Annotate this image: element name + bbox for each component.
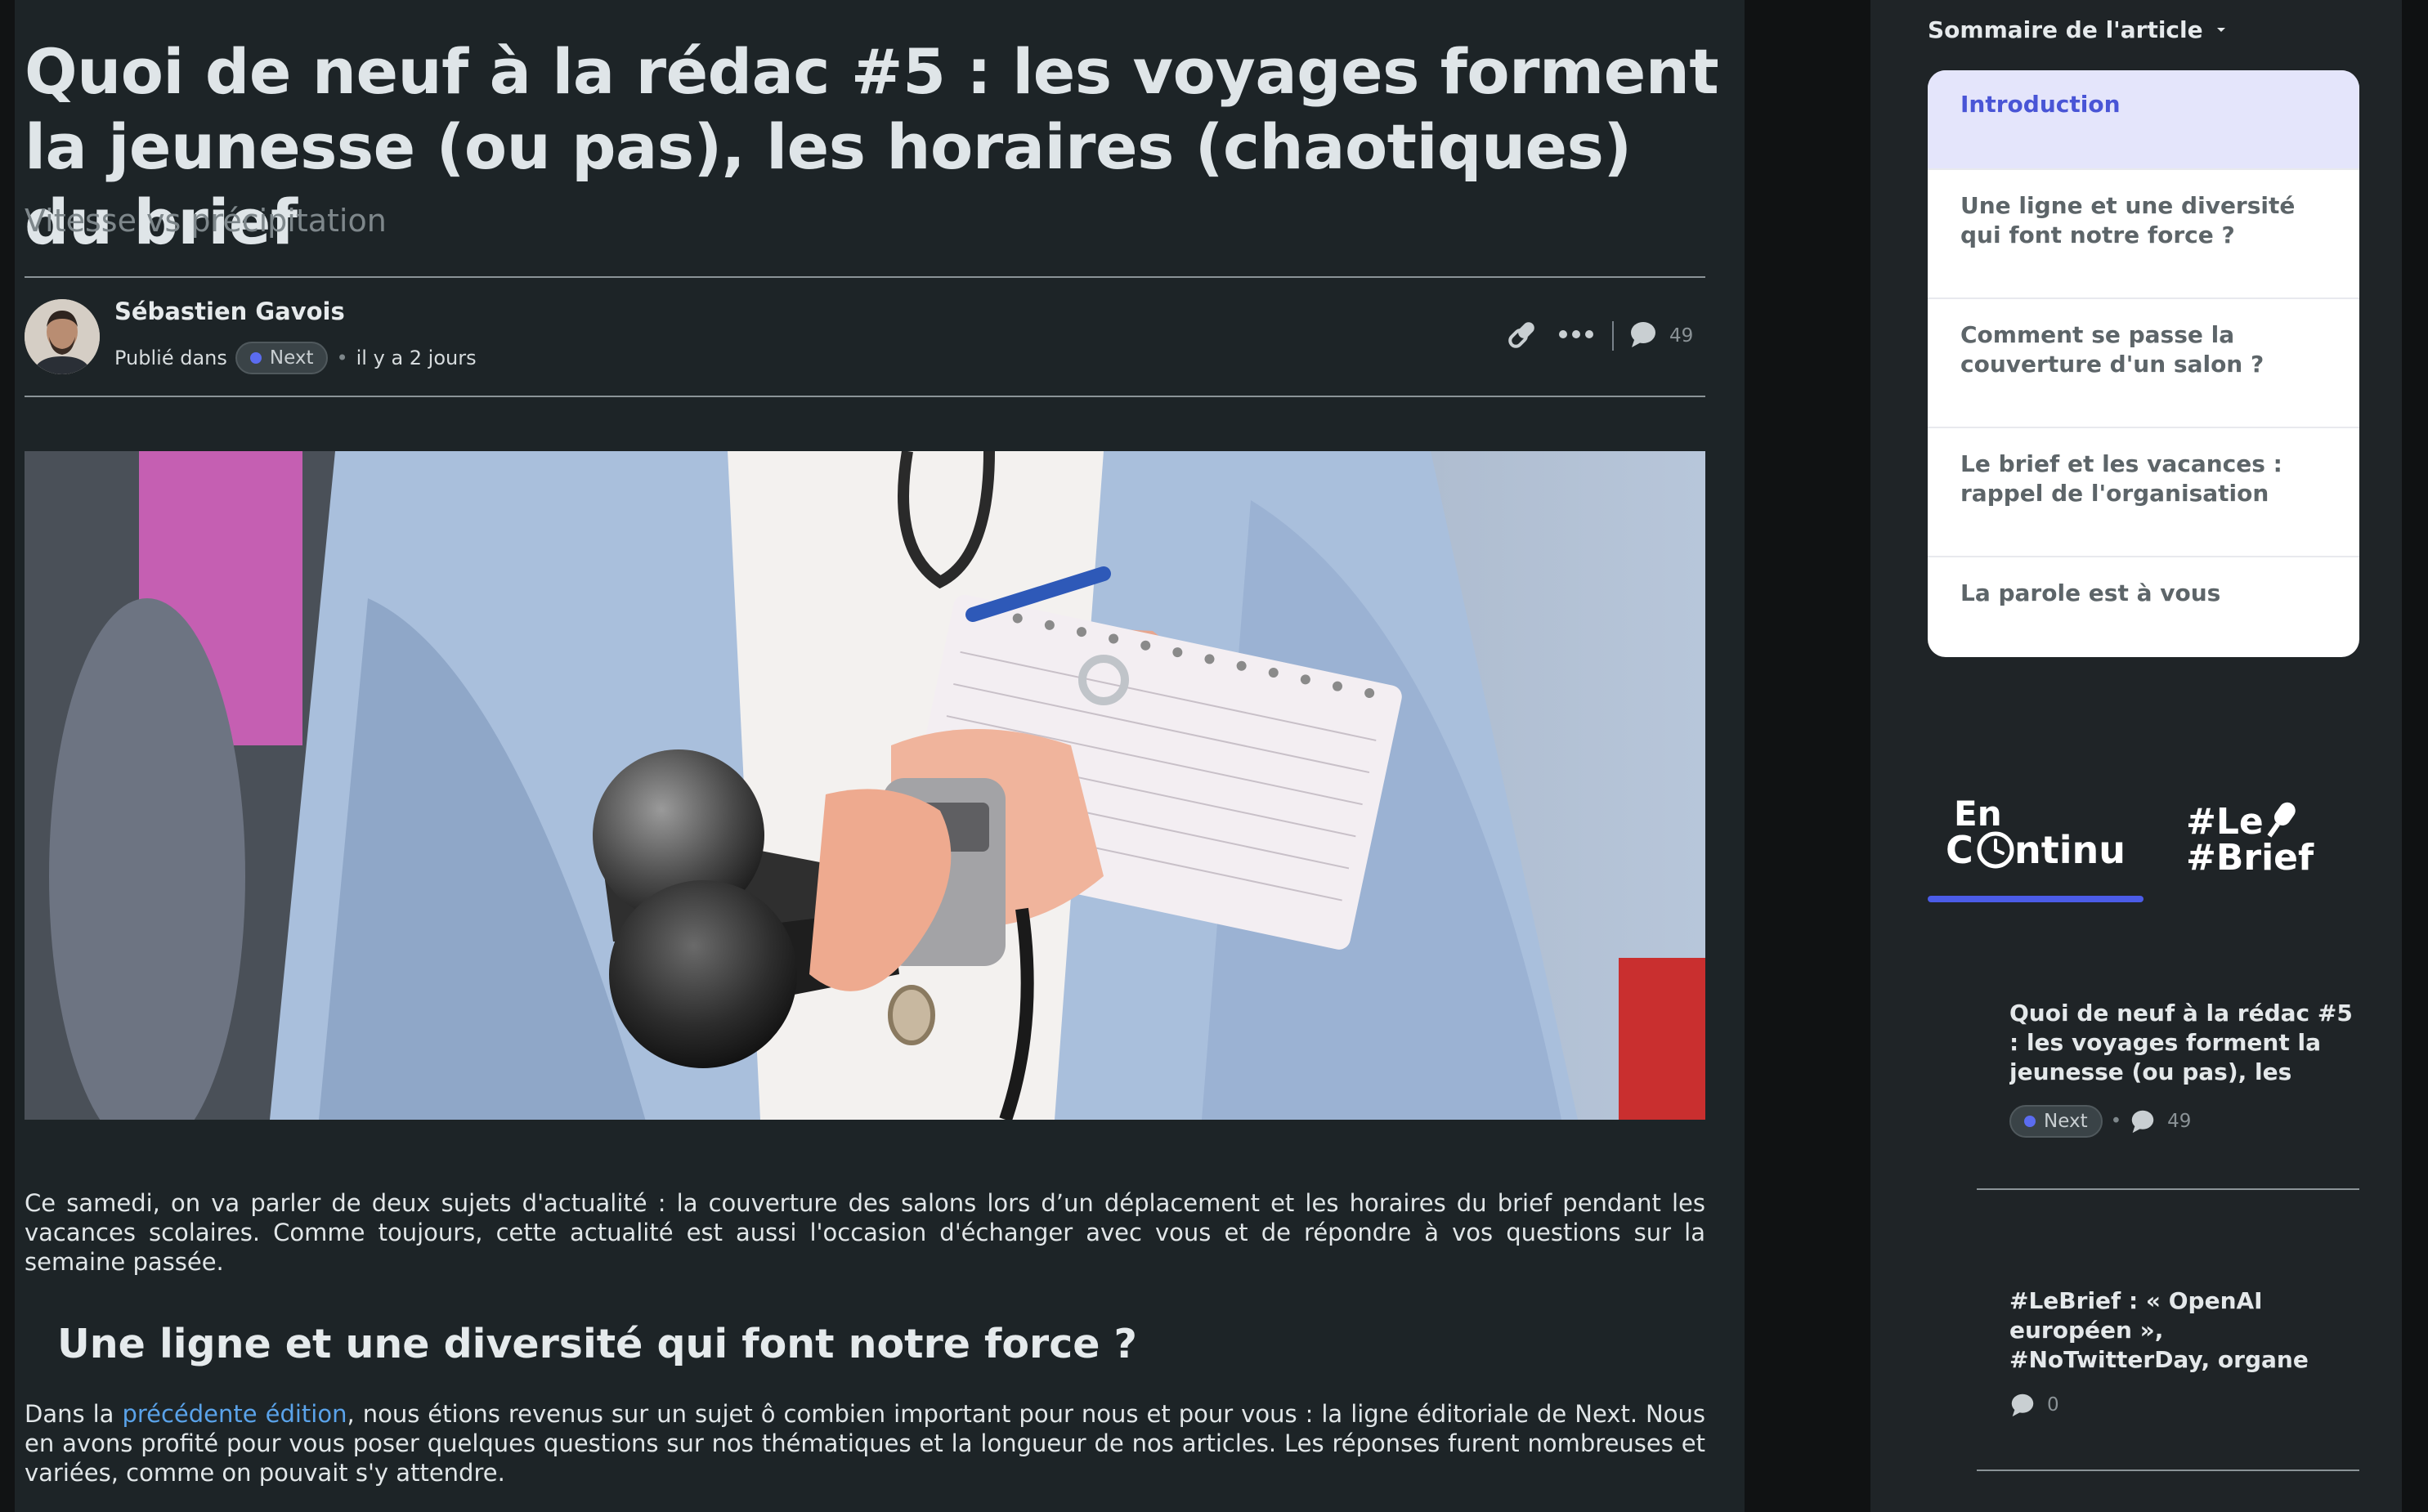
feed-comment-count[interactable]: 49 (2167, 1111, 2191, 1132)
tab-lebrief[interactable]: #Le #Brief (2183, 798, 2322, 879)
meta-separator: • (336, 347, 348, 369)
active-tab-indicator (1928, 896, 2144, 902)
right-edge (2402, 0, 2428, 1512)
category-tag[interactable]: Next (235, 342, 329, 374)
previous-edition-link[interactable]: précédente édition (122, 1400, 347, 1428)
article-subtitle: Vitesse vs précipitation (25, 203, 387, 239)
time-ago: il y a 2 jours (356, 347, 477, 369)
tab-en-continu[interactable]: En C ntinu (1944, 794, 2145, 876)
toc-item-couverture-salon[interactable]: Comment se passe la couverture d'un salo… (1928, 320, 2359, 379)
feed-category-tag[interactable]: Next (2009, 1105, 2103, 1138)
feed-item-title[interactable]: Quoi de neuf à la rédac #5 : les voyages… (2009, 999, 2361, 1087)
toc-divider (1928, 297, 2359, 299)
toc-heading: Sommaire de l'article (1928, 16, 2203, 43)
tab-en-continu-bottom: ntinu (2014, 828, 2126, 872)
category-dot-icon (249, 352, 262, 364)
author-name[interactable]: Sébastien Gavois (114, 297, 345, 325)
action-separator (1612, 321, 1614, 351)
share-link-icon[interactable] (1504, 316, 1540, 356)
intro-paragraph: Ce samedi, on va parler de deux sujets d… (25, 1189, 1705, 1276)
feed-item-meta: 0 (2009, 1393, 2059, 1417)
feed-divider (1977, 1188, 2359, 1190)
category-dot-icon (2024, 1116, 2036, 1127)
toc-item-parole[interactable]: La parole est à vous (1928, 579, 2359, 608)
section-heading: Une ligne et une diversité qui font notr… (57, 1321, 1137, 1367)
toc-item-brief-vacances[interactable]: Le brief et les vacances : rappel de l'o… (1928, 450, 2359, 508)
toc-toggle[interactable]: Sommaire de l'article (1928, 16, 2228, 43)
toc-item-introduction[interactable]: Introduction (1928, 70, 2359, 168)
tab-lebrief-bottom: #Brief (2186, 837, 2314, 879)
chevron-down-icon (2216, 27, 2225, 32)
toc-divider (1928, 556, 2359, 557)
toc-panel: Introduction Une ligne et une diversité … (1928, 70, 2359, 657)
toc-divider (1928, 168, 2359, 170)
svg-text:C: C (1946, 828, 1973, 872)
meta-separator: • (2110, 1111, 2122, 1132)
divider (25, 396, 1705, 397)
toc-divider (1928, 427, 2359, 428)
avatar[interactable] (25, 299, 100, 374)
microphone-icon (2267, 802, 2296, 838)
divider (25, 276, 1705, 278)
clock-icon (1977, 831, 2014, 869)
feed-item-title[interactable]: #LeBrief : « OpenAI européen », #NoTwitt… (2009, 1286, 2361, 1375)
comments-icon (2131, 1110, 2154, 1134)
published-in-label: Publié dans (114, 347, 227, 369)
toc-item-ligne-diversite[interactable]: Une ligne et une diversité qui font notr… (1928, 191, 2359, 250)
feed-divider (1977, 1470, 2359, 1471)
hero-image (25, 451, 1705, 1120)
comment-count[interactable]: 49 (1669, 325, 1693, 347)
body-paragraph: Dans la précédente édition, nous étions … (25, 1399, 1705, 1487)
gutter (1745, 0, 1870, 1512)
category-label: Next (269, 347, 314, 369)
body-text-before-link: Dans la (25, 1400, 123, 1428)
article-meta: Publié dans Next • il y a 2 jours (114, 342, 477, 374)
feed-category-label: Next (2044, 1111, 2088, 1132)
comments-icon[interactable] (1628, 320, 1658, 351)
more-options-icon[interactable] (1558, 328, 1594, 344)
comments-icon (2011, 1393, 2034, 1417)
feed-item-meta: Next • 49 (2009, 1105, 2191, 1138)
feed-comment-count[interactable]: 0 (2047, 1394, 2059, 1416)
article-actions: 49 (1504, 317, 1693, 355)
avatar-image (25, 299, 100, 374)
